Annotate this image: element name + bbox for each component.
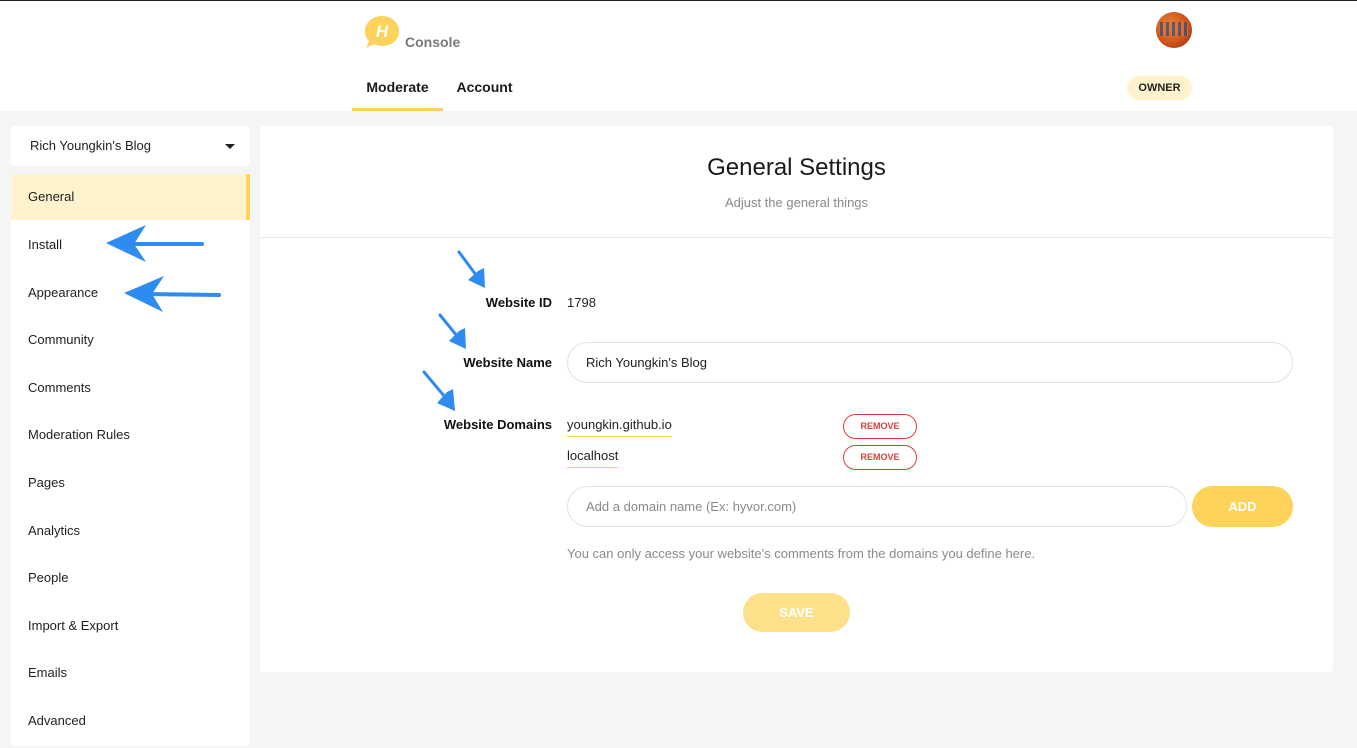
hyvor-logo-icon[interactable]: H (363, 14, 401, 50)
app-title: Console (405, 34, 461, 50)
page-subtitle: Adjust the general things (724, 195, 869, 210)
caret-down-icon (225, 144, 235, 149)
role-badge: OWNER (1127, 76, 1192, 100)
add-domain-button[interactable]: ADD (1192, 486, 1293, 527)
website-name-label: Website Name (463, 355, 552, 370)
tab-moderate[interactable]: Moderate (352, 67, 443, 111)
sidebar-item-appearance[interactable]: Appearance (11, 270, 250, 316)
sidebar-item-people[interactable]: People (11, 555, 250, 601)
sidebar-item-emails[interactable]: Emails (11, 650, 250, 696)
page-title: General Settings (707, 154, 886, 181)
website-domains-label: Website Domains (443, 417, 552, 432)
domain-item: youngkin.github.io (567, 417, 672, 437)
logo-letter: H (376, 22, 389, 41)
add-domain-input[interactable] (567, 486, 1187, 527)
website-id-value: 1798 (567, 295, 596, 310)
save-button[interactable]: SAVE (743, 593, 850, 632)
sidebar-item-comments[interactable]: Comments (11, 365, 250, 411)
general-settings-card: General Settings Adjust the general thin… (260, 126, 1333, 672)
settings-sidebar: General Install Appearance Community Com… (11, 174, 250, 746)
domain-item: localhost (567, 448, 619, 468)
sidebar-item-advanced[interactable]: Advanced (11, 698, 250, 744)
remove-domain-button[interactable]: REMOVE (843, 414, 917, 439)
sidebar-item-import-export[interactable]: Import & Export (11, 603, 250, 649)
sidebar-item-moderation-rules[interactable]: Moderation Rules (11, 412, 250, 458)
sidebar-item-community[interactable]: Community (11, 317, 250, 363)
site-selector-label: Rich Youngkin's Blog (30, 138, 152, 153)
sidebar-item-analytics[interactable]: Analytics (11, 508, 250, 554)
top-header: H Console Moderate Account OWNER (0, 1, 1357, 111)
user-avatar[interactable] (1156, 12, 1192, 48)
divider (260, 237, 1333, 238)
tab-account[interactable]: Account (448, 67, 521, 111)
site-selector-dropdown[interactable]: Rich Youngkin's Blog (11, 126, 250, 166)
website-name-input[interactable]: Rich Youngkin's Blog (567, 342, 1293, 383)
domains-hint: You can only access your website's comme… (567, 546, 1036, 561)
sidebar-item-general[interactable]: General (11, 174, 250, 220)
website-id-label: Website ID (485, 295, 552, 310)
remove-domain-button[interactable]: REMOVE (843, 445, 917, 470)
sidebar-item-pages[interactable]: Pages (11, 460, 250, 506)
sidebar-item-install[interactable]: Install (11, 222, 250, 268)
